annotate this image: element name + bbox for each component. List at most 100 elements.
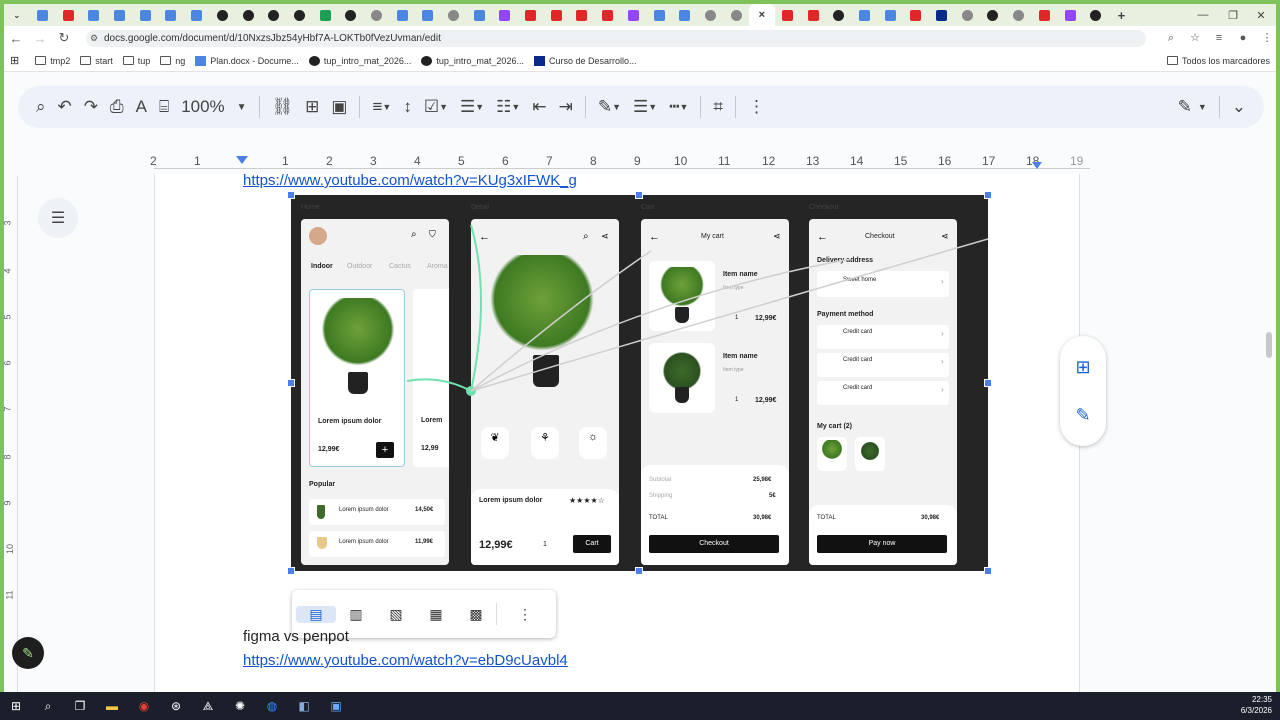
bookmark-tup-intro-2[interactable]: tup_intro_mat_2026... [421, 55, 524, 66]
tab[interactable] [672, 4, 698, 26]
menu-icon[interactable]: ⋮ [1258, 29, 1276, 47]
tab[interactable] [55, 4, 81, 26]
tab[interactable] [210, 4, 236, 26]
embedded-design-image[interactable]: ⌕ ⛉ Indoor Outdoor Cactus Aroma Lorem ip… [291, 195, 988, 571]
tab[interactable] [415, 4, 441, 26]
border-color-icon[interactable]: ✎ ▼ [598, 92, 621, 122]
tab[interactable] [800, 4, 826, 26]
tab[interactable] [877, 4, 903, 26]
bookmark-curso[interactable]: Curso de Desarrollo... [533, 55, 637, 66]
resize-handle[interactable] [635, 567, 643, 575]
border-dash-icon[interactable]: ┅ ▼ [669, 92, 688, 122]
tab[interactable] [158, 4, 184, 26]
tab[interactable] [1057, 4, 1083, 26]
plus-icon[interactable]: + [1116, 8, 1127, 23]
tab[interactable] [235, 4, 261, 26]
redo-icon[interactable]: ↷ [84, 92, 98, 122]
document-outline-button[interactable]: ☰ [38, 198, 78, 238]
more-options-icon[interactable]: ⋮ [748, 92, 765, 122]
edit-mode-fab[interactable]: ✎ [12, 637, 44, 669]
indent-marker-icon[interactable] [236, 156, 248, 164]
border-weight-icon[interactable]: ☰ ▼ [633, 92, 657, 122]
spellcheck-icon[interactable]: A [136, 92, 147, 122]
site-info-icon[interactable]: ⚙ [90, 30, 98, 47]
tab[interactable] [466, 4, 492, 26]
chrome-icon[interactable]: ◉ [128, 692, 160, 720]
app-icon[interactable]: ◧ [288, 692, 320, 720]
bookmark-ng[interactable]: ng [160, 56, 185, 66]
app-icon[interactable]: ⟁ [192, 692, 224, 720]
bookmark-plan-docx[interactable]: Plan.docx - Docume... [195, 55, 299, 66]
resize-handle[interactable] [287, 379, 295, 387]
checklist-icon[interactable]: ☑ ▼ [424, 92, 448, 122]
collapse-menus-icon[interactable]: ⌄ [1232, 92, 1246, 122]
media-icon[interactable]: ≡ [1210, 29, 1228, 47]
print-icon[interactable]: ⎙ [110, 92, 124, 122]
add-comment-icon[interactable]: ⊞ [1072, 356, 1094, 378]
app-icon[interactable]: ✺ [224, 692, 256, 720]
resize-handle[interactable] [635, 191, 643, 199]
close-window-button[interactable]: ✕ [1246, 4, 1276, 26]
crop-icon[interactable]: ⌗ [713, 92, 723, 122]
front-of-text-icon[interactable]: ▩ [456, 606, 496, 623]
tab[interactable] [723, 4, 749, 26]
search-icon[interactable]: ⌕ [32, 692, 64, 720]
tab[interactable] [646, 4, 672, 26]
restore-button[interactable]: ❐ [1218, 4, 1248, 26]
reload-button[interactable]: ↻ [52, 30, 76, 46]
zoom-app-icon[interactable]: ◍ [256, 692, 288, 720]
tab[interactable] [698, 4, 724, 26]
tab[interactable] [287, 4, 313, 26]
inline-wrap-icon[interactable]: ▤ [296, 605, 336, 623]
break-text-icon[interactable]: ▧ [376, 606, 416, 623]
tab[interactable] [389, 4, 415, 26]
insert-image-icon[interactable]: ▣ [331, 92, 347, 122]
minimize-button[interactable]: — [1188, 4, 1218, 26]
tab[interactable] [1006, 4, 1032, 26]
url-field[interactable]: ⚙ docs.google.com/document/d/10NxzsJbz54… [86, 30, 1146, 47]
forward-button[interactable]: → [28, 31, 52, 46]
task-view-icon[interactable]: ❐ [64, 692, 96, 720]
tab[interactable] [954, 4, 980, 26]
behind-text-icon[interactable]: ▦ [416, 606, 456, 623]
back-button[interactable]: ← [4, 31, 28, 46]
line-spacing-icon[interactable]: ↕ [403, 92, 412, 122]
add-comment-icon[interactable]: ⊞ [305, 92, 319, 122]
numbered-list-icon[interactable]: ☷ ▼ [496, 92, 520, 122]
suggest-edit-icon[interactable]: ✎ [1072, 404, 1094, 426]
tab[interactable] [107, 4, 133, 26]
tab[interactable] [312, 4, 338, 26]
new-tab-button[interactable]: + [1109, 4, 1135, 26]
tab[interactable] [1032, 4, 1058, 26]
tab[interactable] [980, 4, 1006, 26]
wrap-text-icon[interactable]: ▥ [336, 606, 376, 623]
bookmark-tmp2[interactable]: tmp2 [35, 56, 70, 66]
app-icon[interactable]: ▣ [320, 692, 352, 720]
zoom-select[interactable]: 100% ▼ [181, 92, 246, 122]
tab[interactable] [775, 4, 801, 26]
tab[interactable] [543, 4, 569, 26]
resize-handle[interactable] [984, 191, 992, 199]
windows-start-icon[interactable]: ⊞ [0, 692, 32, 720]
editing-mode-icon[interactable]: ✎ ▼ [1178, 92, 1207, 122]
tab[interactable] [518, 4, 544, 26]
tab[interactable] [595, 4, 621, 26]
search-menus-icon[interactable]: ⌕ [36, 92, 46, 122]
profile-avatar[interactable]: ● [1234, 29, 1252, 47]
increase-indent-icon[interactable]: ⇥ [559, 92, 573, 122]
app-icon[interactable]: ⊛ [160, 692, 192, 720]
resize-handle[interactable] [984, 379, 992, 387]
more-image-options-icon[interactable]: ⋮ [505, 606, 545, 623]
youtube-link-2[interactable]: https://www.youtube.com/watch?v=ebD9cUav… [243, 652, 568, 669]
tab[interactable] [81, 4, 107, 26]
tab[interactable] [132, 4, 158, 26]
decrease-indent-icon[interactable]: ⇤ [532, 92, 546, 122]
resize-handle[interactable] [984, 567, 992, 575]
zoom-icon[interactable]: ⌕ [1162, 29, 1180, 47]
tab[interactable] [1083, 4, 1109, 26]
file-explorer-icon[interactable]: ▬ [96, 692, 128, 720]
tab[interactable] [441, 4, 467, 26]
tab[interactable] [903, 4, 929, 26]
undo-icon[interactable]: ↶ [58, 92, 72, 122]
resize-handle[interactable] [287, 567, 295, 575]
